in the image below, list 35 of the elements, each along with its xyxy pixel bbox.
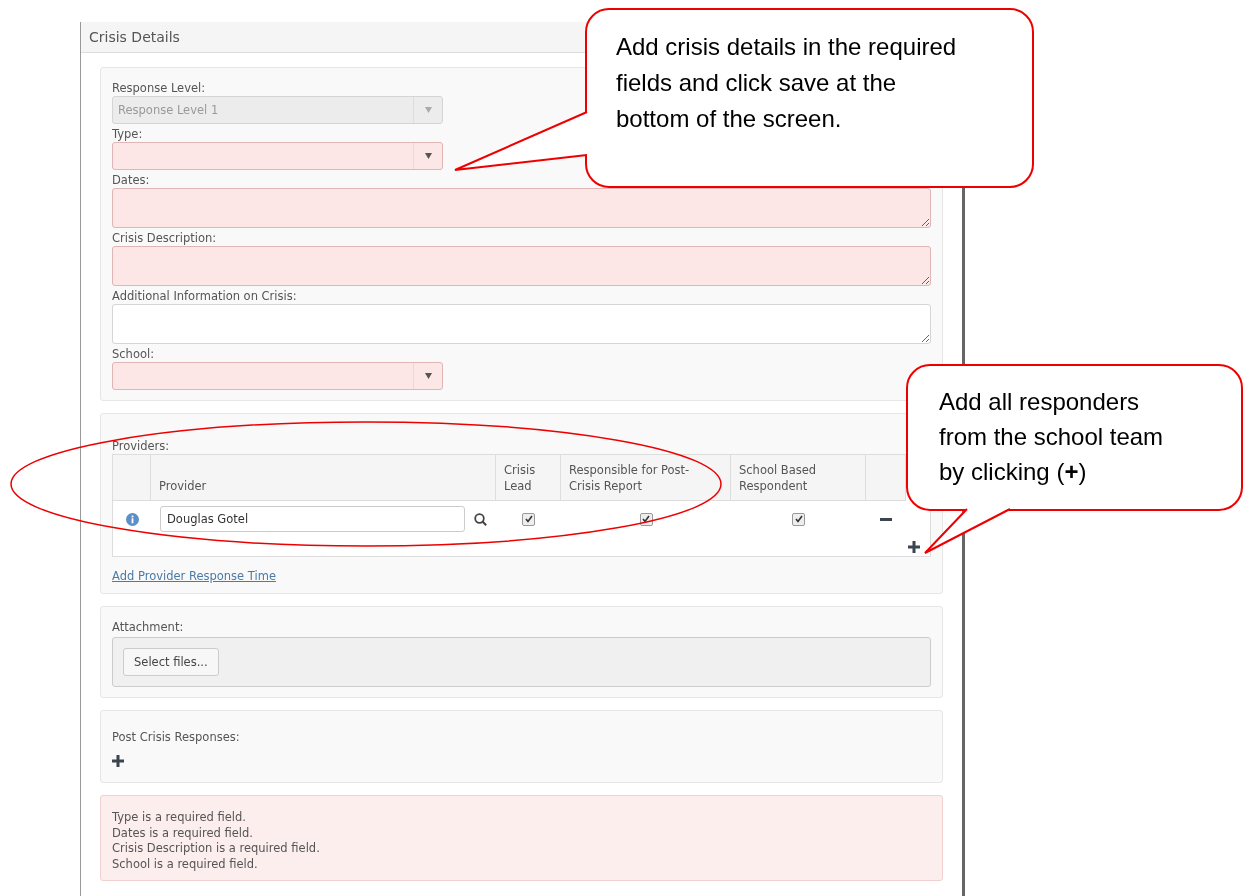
add-response-time-link[interactable]: Add Provider Response Time bbox=[112, 569, 276, 583]
field-label: Additional Information on Crisis: bbox=[112, 288, 297, 304]
column-header: Crisis Lead bbox=[504, 462, 537, 494]
callout-text: Add crisis details in the required fields and click save at the bottom of the screen. bbox=[616, 33, 957, 132]
field-label: Type: bbox=[112, 126, 143, 142]
column-header: Provider bbox=[159, 478, 207, 494]
section-label: Post Crisis Responses: bbox=[112, 729, 240, 745]
field-label: School: bbox=[112, 346, 155, 362]
caret-icon bbox=[424, 153, 432, 159]
column-header: Responsible for Post-Crisis Report bbox=[569, 462, 691, 494]
checkbox[interactable] bbox=[792, 512, 805, 526]
column-header: School Based Respondent bbox=[739, 462, 818, 494]
minus-icon[interactable] bbox=[880, 517, 892, 521]
caret-icon bbox=[424, 373, 432, 379]
section-label: Providers: bbox=[112, 438, 170, 454]
error-message: School is a required field. bbox=[112, 856, 259, 872]
checkbox[interactable] bbox=[522, 512, 535, 526]
select-field[interactable] bbox=[112, 142, 443, 170]
select-files-button[interactable]: Select files... bbox=[123, 648, 219, 676]
section-label: Attachment: bbox=[112, 619, 184, 635]
error-message: Crisis Description is a required field. bbox=[112, 841, 321, 857]
field-label: Crisis Description: bbox=[112, 230, 217, 246]
info-icon[interactable] bbox=[125, 512, 139, 526]
callout-text: Add all responders from the school team by clicking (+) bbox=[939, 388, 1164, 485]
plus-icon[interactable] bbox=[908, 541, 920, 553]
plus-icon[interactable] bbox=[112, 755, 124, 767]
caret-icon bbox=[424, 107, 432, 113]
field-label: Dates: bbox=[112, 172, 150, 188]
select-field[interactable] bbox=[112, 362, 443, 390]
panel-title: Crisis Details bbox=[89, 29, 180, 45]
field-label: Response Level: bbox=[112, 80, 206, 96]
search-icon[interactable] bbox=[474, 512, 487, 526]
provider-field[interactable]: Douglas Gotel bbox=[160, 506, 465, 532]
error-message: Dates is a required field. bbox=[112, 825, 254, 841]
error-message: Type is a required field. bbox=[112, 810, 247, 826]
